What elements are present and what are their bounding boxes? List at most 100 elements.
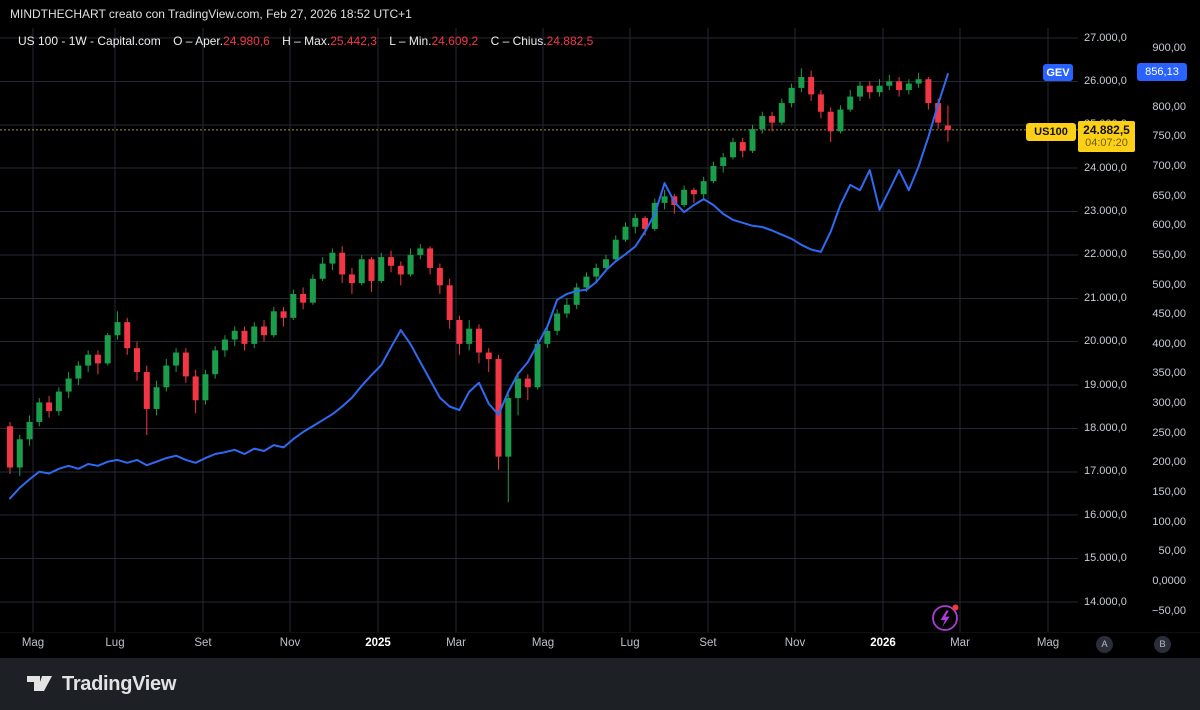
gev-last-price-badge: 856,13 [1137, 63, 1187, 81]
us100-axis-tick: 20.000,0 [1084, 335, 1127, 347]
candle-down [339, 253, 345, 275]
legend-symbol-title: US 100 - 1W - Capital.com [18, 34, 161, 48]
symbol-legend[interactable]: US 100 - 1W - Capital.com O – Aper.24.98… [18, 34, 593, 48]
candle-down [368, 259, 374, 281]
us100-axis-tick: 22.000,0 [1084, 248, 1127, 260]
candle-down [486, 353, 492, 360]
candle-up [251, 327, 257, 344]
legend-high-value: 25.442,3 [330, 34, 377, 48]
candle-down [124, 322, 130, 348]
gev-axis-tick: 700,00 [1152, 160, 1186, 172]
time-axis-month-label: Mar [950, 637, 970, 649]
attribution-text: MINDTHECHART creato con TradingView.com,… [10, 7, 412, 21]
legend-open-value: 24.980,6 [223, 34, 270, 48]
candle-up [17, 439, 23, 467]
candle-down [193, 376, 199, 400]
candle-up [789, 88, 795, 103]
scale-a-button[interactable]: A [1096, 636, 1113, 653]
candle-down [134, 348, 140, 372]
time-axis-month-label: Set [699, 637, 716, 649]
events-lightning-icon[interactable] [930, 602, 964, 634]
time-axis-month-label: Lug [105, 637, 124, 649]
us100-bar-countdown: 04:07:20 [1085, 137, 1128, 149]
gev-comparison-line [10, 74, 948, 498]
us100-axis-tick: 21.000,0 [1084, 292, 1127, 304]
gev-axis-tick: 0,0000 [1152, 575, 1186, 587]
time-axis-month-label: Set [194, 637, 211, 649]
candle-up [613, 240, 619, 260]
candle-up [271, 311, 277, 335]
notification-dot [953, 605, 959, 611]
candle-down [7, 426, 13, 467]
gev-axis-tick: 750,00 [1152, 130, 1186, 142]
chart-canvas[interactable] [0, 0, 1200, 710]
candle-up [662, 196, 668, 203]
candle-up [544, 331, 550, 344]
gev-axis-tick: 100,00 [1152, 516, 1186, 528]
candle-up [505, 398, 511, 457]
candle-up [603, 259, 609, 268]
candle-up [359, 259, 365, 283]
us100-axis-tick: 24.000,0 [1084, 162, 1127, 174]
candle-down [261, 327, 267, 336]
candle-up [837, 110, 843, 132]
tradingview-logo-icon [26, 672, 53, 696]
candle-down [808, 77, 814, 94]
candle-up [27, 422, 33, 439]
candle-up [290, 294, 296, 318]
gev-axis-tick: 350,00 [1152, 367, 1186, 379]
footer-bar: TradingView [0, 658, 1200, 710]
tradingview-logo-text: TradingView [62, 673, 176, 696]
gev-axis-tick: 450,00 [1152, 308, 1186, 320]
candle-down [437, 268, 443, 285]
candle-down [398, 266, 404, 275]
candle-up [212, 350, 218, 374]
scale-b-button[interactable]: B [1154, 636, 1171, 653]
time-axis[interactable] [0, 632, 1200, 659]
time-axis-month-label: Mag [1037, 637, 1059, 649]
candle-up [232, 331, 238, 340]
candle-up [593, 268, 599, 277]
legend-low-value: 24.609,2 [432, 34, 479, 48]
candle-up [886, 81, 892, 85]
top-bar: MINDTHECHART creato con TradingView.com,… [0, 0, 1200, 28]
gev-axis-tick: 500,00 [1152, 279, 1186, 291]
candle-down [945, 126, 951, 130]
us100-last-price-value: 24.882,5 [1083, 124, 1130, 137]
candle-down [349, 274, 355, 283]
candle-up [916, 79, 922, 83]
candle-up [681, 190, 687, 205]
candle-down [447, 285, 453, 320]
us100-axis-tick: 17.000,0 [1084, 465, 1127, 477]
candle-up [105, 335, 111, 363]
candle-down [525, 379, 531, 388]
candle-up [730, 142, 736, 157]
us100-axis-tick: 27.000,0 [1084, 32, 1127, 44]
gev-axis-tick: 550,00 [1152, 249, 1186, 261]
time-axis-year-label: 2026 [870, 637, 896, 649]
candle-up [623, 227, 629, 240]
candle-up [56, 392, 62, 412]
candle-down [691, 190, 697, 194]
gev-axis-tick: −50,00 [1152, 605, 1186, 617]
candle-up [114, 322, 120, 335]
candle-up [554, 313, 560, 330]
time-axis-month-label: Lug [620, 637, 639, 649]
candle-up [222, 340, 228, 351]
candle-up [173, 353, 179, 366]
tradingview-logo[interactable]: TradingView [26, 672, 176, 696]
candle-up [320, 264, 326, 279]
candle-down [281, 311, 287, 318]
candle-down [456, 320, 462, 344]
candle-up [85, 355, 91, 366]
candle-down [828, 112, 834, 132]
candle-down [769, 116, 775, 123]
candle-up [154, 387, 160, 409]
candle-down [300, 294, 306, 303]
us100-axis-tick: 14.000,0 [1084, 596, 1127, 608]
us100-series-label: US100 [1026, 123, 1076, 141]
legend-low-label: L – Min. [389, 34, 431, 48]
candle-up [378, 257, 384, 281]
candle-down [740, 142, 746, 151]
gev-axis-tick: 600,00 [1152, 219, 1186, 231]
